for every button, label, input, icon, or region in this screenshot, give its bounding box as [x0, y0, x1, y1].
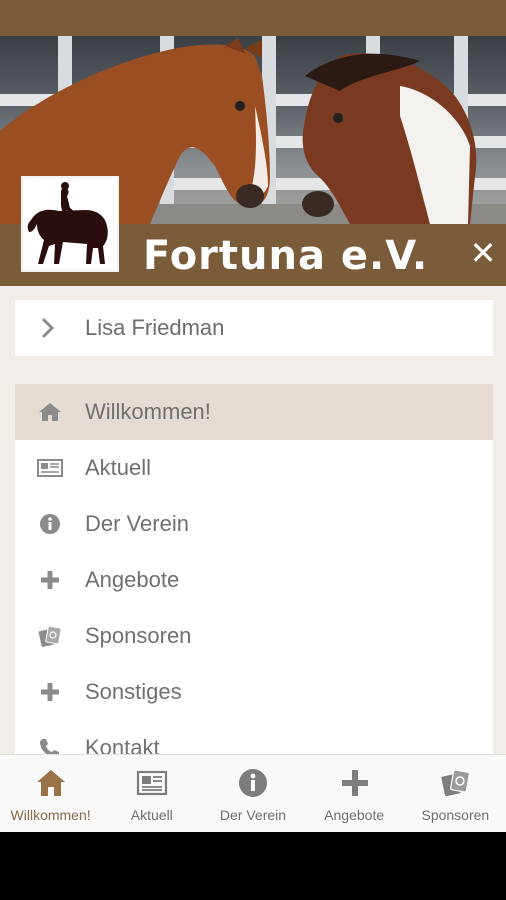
- navigation-drawer: Lisa Friedman Willkommen! Aktuell Der Ve…: [0, 286, 506, 754]
- bottom-tab-bar: Willkommen! Aktuell Der Verein Angebote: [0, 754, 506, 832]
- menu-item-angebote[interactable]: Angebote: [15, 552, 493, 608]
- tab-label: Der Verein: [219, 807, 287, 823]
- tab-sponsoren[interactable]: Sponsoren: [405, 755, 506, 833]
- tab-label: Willkommen!: [10, 807, 91, 823]
- home-icon: [37, 770, 65, 796]
- sponsor-cards-icon: [441, 769, 470, 797]
- rider-on-horse-logo: [21, 176, 119, 272]
- app-title: Fortuna e.V.: [143, 233, 429, 279]
- phone-icon: [40, 739, 59, 754]
- home-icon: [39, 403, 61, 421]
- sponsor-cards-icon: [38, 625, 62, 647]
- menu-item-kontakt[interactable]: Kontakt: [15, 720, 493, 754]
- menu-item-sponsoren[interactable]: Sponsoren: [15, 608, 493, 664]
- menu-item-sonstiges[interactable]: Sonstiges: [15, 664, 493, 720]
- tab-angebote[interactable]: Angebote: [304, 755, 405, 833]
- system-nav-bar: [0, 832, 506, 900]
- menu-item-label: Kontakt: [85, 735, 160, 754]
- menu-item-der-verein[interactable]: Der Verein: [15, 496, 493, 552]
- plus-icon: [341, 770, 368, 796]
- tab-label: Aktuell: [130, 807, 173, 823]
- menu-item-label: Sponsoren: [85, 623, 192, 648]
- menu-list: Willkommen! Aktuell Der Verein Angebote …: [15, 384, 493, 754]
- status-bar: [0, 0, 506, 36]
- menu-item-label: Aktuell: [85, 455, 152, 480]
- tab-der-verein[interactable]: Der Verein: [202, 755, 303, 833]
- tab-willkommen[interactable]: Willkommen!: [0, 755, 101, 833]
- plus-icon: [41, 683, 59, 701]
- tab-label: Sponsoren: [421, 807, 490, 823]
- chevron-right-icon: [42, 318, 55, 338]
- user-profile-row[interactable]: Lisa Friedman: [15, 300, 493, 356]
- menu-item-label: Willkommen!: [85, 399, 211, 424]
- plus-icon: [41, 571, 59, 589]
- menu-item-label: Der Verein: [85, 511, 189, 536]
- user-name: Lisa Friedman: [85, 315, 225, 340]
- info-icon: [239, 769, 268, 797]
- close-icon[interactable]: ✕: [468, 237, 498, 269]
- menu-item-label: Angebote: [85, 567, 180, 592]
- menu-item-willkommen[interactable]: Willkommen!: [15, 384, 493, 440]
- newspaper-icon: [137, 770, 168, 796]
- newspaper-icon: [37, 459, 63, 477]
- info-icon: [40, 514, 60, 534]
- tab-aktuell[interactable]: Aktuell: [101, 755, 202, 833]
- menu-item-aktuell[interactable]: Aktuell: [15, 440, 493, 496]
- tab-label: Angebote: [324, 807, 385, 823]
- menu-item-label: Sonstiges: [85, 679, 182, 704]
